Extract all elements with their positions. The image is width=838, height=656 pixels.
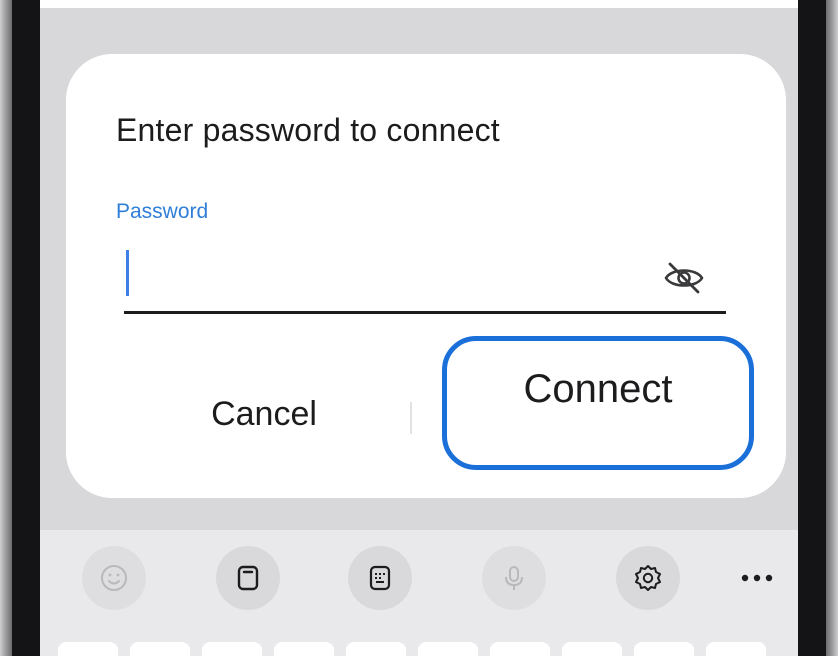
settings-button[interactable]: [616, 546, 680, 610]
keyboard-key[interactable]: [202, 642, 262, 656]
button-divider: [410, 402, 412, 434]
voice-input-button[interactable]: [482, 546, 546, 610]
eye-off-icon: [664, 262, 704, 294]
dialog-title: Enter password to connect: [116, 112, 500, 148]
keyboard: [40, 530, 798, 656]
keyboard-key[interactable]: [58, 642, 118, 656]
frame-edge-right: [826, 0, 838, 656]
clipboard-button[interactable]: [216, 546, 280, 610]
keyboard-key-row: [40, 642, 798, 656]
keyboard-key[interactable]: [634, 642, 694, 656]
password-field-label: Password: [116, 200, 209, 223]
gear-icon: [635, 565, 661, 591]
keyboard-key[interactable]: [274, 642, 334, 656]
keyboard-key[interactable]: [562, 642, 622, 656]
password-input[interactable]: [124, 240, 644, 310]
text-caret: [126, 250, 129, 296]
emoji-button[interactable]: [82, 546, 146, 610]
show-password-toggle[interactable]: [660, 258, 708, 298]
keyboard-key[interactable]: [706, 642, 766, 656]
cancel-button[interactable]: Cancel: [184, 384, 344, 444]
keyboard-key[interactable]: [346, 642, 406, 656]
phone-screen: Enter password to connect Password Cance…: [40, 0, 798, 656]
bezel-left: [12, 0, 40, 656]
more-options-button[interactable]: [730, 546, 784, 610]
keyboard-toolbar: [40, 546, 798, 610]
frame-edge-left: [0, 0, 12, 656]
keyboard-key[interactable]: [418, 642, 478, 656]
emoji-icon: [101, 565, 127, 591]
bezel-right: [798, 0, 826, 656]
more-options-icon: [741, 574, 773, 582]
wifi-password-dialog: Enter password to connect Password Cance…: [66, 54, 786, 498]
keyboard-key[interactable]: [130, 642, 190, 656]
keyboard-mode-icon: [369, 565, 391, 591]
connect-button-label: Connect: [523, 366, 673, 411]
phone-frame: Enter password to connect Password Cance…: [0, 0, 838, 656]
keyboard-key[interactable]: [490, 642, 550, 656]
password-field[interactable]: [124, 240, 726, 314]
keyboard-mode-button[interactable]: [348, 546, 412, 610]
microphone-icon: [505, 566, 523, 590]
status-strip: [40, 0, 798, 8]
connect-button[interactable]: Connect: [442, 336, 754, 470]
clipboard-icon: [237, 565, 259, 591]
